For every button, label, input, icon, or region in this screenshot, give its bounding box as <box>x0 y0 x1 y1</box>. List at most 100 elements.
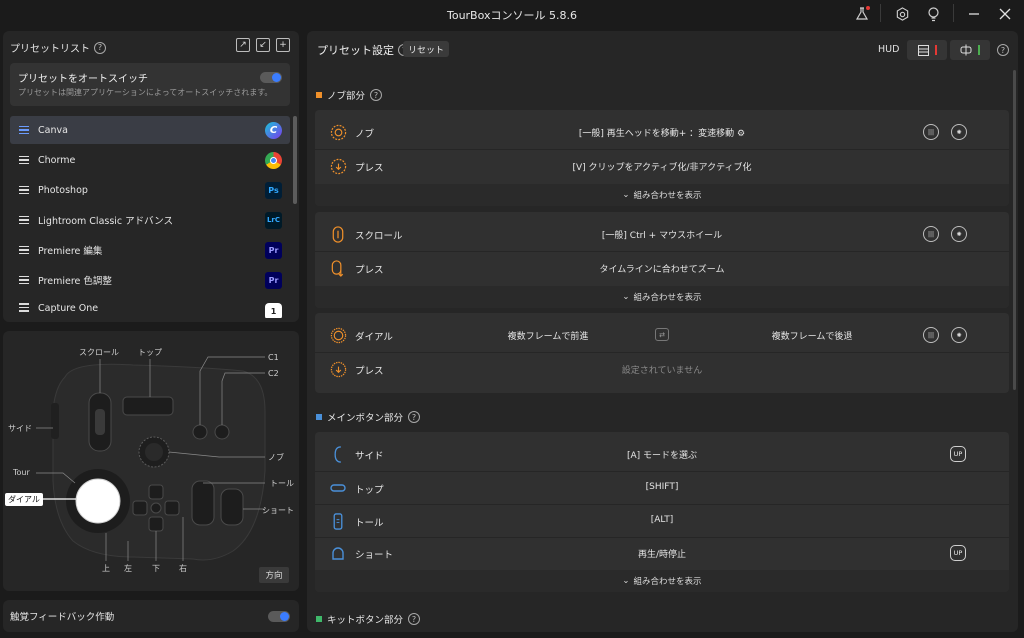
preset-list-toolbar: ↗ ↙ + <box>236 38 290 52</box>
mapping-row-knob[interactable]: ノブ [一般] 再生ヘッドを移動+ ：変速移動 ⚙ ||| ✺ <box>315 116 1009 148</box>
help-icon[interactable]: ? <box>94 41 106 54</box>
control-action: [V] クリップをアクティブ化/非アクティブ化 <box>572 163 752 173</box>
chevron-down-icon: ⌄ <box>622 190 630 200</box>
show-combinations-button[interactable]: ⌄ 組み合わせを表示 <box>315 570 1009 592</box>
show-combinations-button[interactable]: ⌄ 組み合わせを表示 <box>315 286 1009 308</box>
drag-handle-icon[interactable] <box>19 245 29 255</box>
label-right: 右 <box>179 564 187 573</box>
flask-icon[interactable] <box>851 4 873 24</box>
hud-status-on <box>978 45 980 55</box>
preset-item-label: Premiere 編集 <box>38 246 103 257</box>
reset-button[interactable]: リセット <box>403 41 450 57</box>
waveform-icon[interactable]: ||| <box>923 124 939 140</box>
help-icon[interactable]: ? <box>997 44 1009 56</box>
tourbox-device-illustration <box>36 356 266 561</box>
hud-device-toggle[interactable] <box>950 40 990 60</box>
import-icon[interactable]: ↙ <box>256 38 270 52</box>
preset-item-canva[interactable]: Canva C <box>10 116 290 144</box>
preset-item-chorme[interactable]: Chorme <box>10 146 290 174</box>
mapping-row-scroll[interactable]: スクロール [一般] Ctrl + マウスホイール ||| ✺ <box>315 218 1009 250</box>
section-color-marker <box>316 616 322 622</box>
preset-item-label: Photoshop <box>38 184 88 196</box>
section-title: メインボタン部分 <box>327 413 404 424</box>
drag-handle-icon[interactable] <box>19 155 29 165</box>
canva-icon: C <box>265 121 282 139</box>
close-icon[interactable] <box>994 4 1016 24</box>
drag-handle-icon[interactable] <box>19 125 29 135</box>
gear-settings-icon[interactable]: ✺ <box>951 327 967 343</box>
label-dial[interactable]: ダイアル <box>5 493 43 506</box>
control-action-clockwise: 複数フレームで前進 <box>507 332 589 342</box>
preset-item-photoshop[interactable]: Photoshop Ps <box>10 176 290 204</box>
haptic-label: 触覚フィードバック作動 <box>10 612 115 623</box>
waveform-icon[interactable]: ||| <box>923 226 939 242</box>
help-icon[interactable]: ? <box>408 411 421 423</box>
help-icon[interactable]: ? <box>408 613 421 625</box>
lightbulb-icon[interactable] <box>922 4 944 24</box>
swap-icon[interactable]: ⇄ <box>655 328 669 341</box>
preset-item-label: Premiere 色調整 <box>38 276 112 287</box>
gear-settings-icon[interactable]: ✺ <box>951 226 967 242</box>
drag-handle-icon[interactable] <box>19 185 29 195</box>
drag-handle-icon[interactable] <box>19 303 29 312</box>
section-kit-header: キットボタン部分 ? <box>316 612 421 626</box>
settings-icon[interactable] <box>891 4 913 24</box>
control-action-counterclockwise: 複数フレームで後退 <box>771 332 853 342</box>
minimize-icon[interactable] <box>963 4 985 24</box>
key-up-toggle[interactable]: UP <box>950 446 966 462</box>
control-action: [ALT] <box>650 515 674 525</box>
mapping-row-tall[interactable]: トール [ALT] <box>315 505 1009 537</box>
preset-list-header: プリセットリスト ? <box>10 40 106 55</box>
waveform-icon[interactable]: ||| <box>923 327 939 343</box>
mapping-row-dial-press[interactable]: プレス 設定されていません <box>315 353 1009 385</box>
preset-item-capture-one[interactable]: Capture One 1 <box>10 296 290 318</box>
preset-item-label: Canva <box>38 124 68 136</box>
app-window: TourBoxコンソール 5.8.6 プリセットリスト ? ↗ ↙ + プリセッ… <box>0 0 1024 638</box>
chrome-icon <box>265 151 282 169</box>
preset-item-lightroom-classic[interactable]: Lightroom Classic アドバンス LrC <box>10 206 290 234</box>
preset-item-premiere-color[interactable]: Premiere 色調整 Pr <box>10 266 290 294</box>
title-bar: TourBoxコンソール 5.8.6 <box>0 0 1024 28</box>
settings-scrollbar[interactable] <box>1013 70 1016 390</box>
gear-settings-icon[interactable]: ✺ <box>951 124 967 140</box>
direction-button[interactable]: 方向 <box>259 567 289 583</box>
mapping-row-side[interactable]: サイド [A] モードを選ぶ UP <box>315 438 1009 470</box>
section-main-header: メインボタン部分 ? <box>316 410 421 424</box>
premiere-icon: Pr <box>265 271 282 289</box>
control-action: 設定されていません <box>621 366 703 376</box>
control-action: 再生/時停止 <box>637 550 687 560</box>
mapping-row-knob-press[interactable]: プレス [V] クリップをアクティブ化/非アクティブ化 <box>315 150 1009 182</box>
show-combinations-button[interactable]: ⌄ 組み合わせを表示 <box>315 184 1009 206</box>
preset-item-premiere-edit[interactable]: Premiere 編集 Pr <box>10 236 290 264</box>
dial-group-card: ダイアル 複数フレームで前進 ⇄ 複数フレームで後退 ||| ✺ プレス 設定さ… <box>315 313 1009 393</box>
auto-switch-toggle[interactable] <box>260 72 282 83</box>
label-c2: C2 <box>268 369 279 378</box>
preset-list-scrollbar[interactable] <box>293 116 297 204</box>
preset-list-title: プリセットリスト <box>10 44 90 55</box>
control-action: [SHIFT] <box>645 482 679 492</box>
premiere-icon: Pr <box>265 241 282 259</box>
mapping-row-scroll-press[interactable]: プレス タイムラインに合わせてズーム <box>315 252 1009 284</box>
mapping-row-dial[interactable]: ダイアル 複数フレームで前進 ⇄ 複数フレームで後退 ||| ✺ <box>315 319 1009 351</box>
key-up-toggle[interactable]: UP <box>950 545 966 561</box>
gear-icon[interactable]: ⚙ <box>737 129 745 139</box>
hud-list-toggle[interactable] <box>907 40 947 60</box>
add-icon[interactable]: + <box>276 38 290 52</box>
preset-settings-header: プリセット設定 ? <box>317 42 410 58</box>
drag-handle-icon[interactable] <box>19 275 29 285</box>
dial-icon <box>329 326 347 344</box>
export-icon[interactable]: ↗ <box>236 38 250 52</box>
label-left: 左 <box>124 564 132 573</box>
drag-handle-icon[interactable] <box>19 215 29 225</box>
mapping-row-top[interactable]: トップ [SHIFT] <box>315 472 1009 504</box>
preset-settings-title: プリセット設定 <box>317 44 394 57</box>
help-icon[interactable]: ? <box>370 89 383 101</box>
main-buttons-card: サイド [A] モードを選ぶ UP トップ [SHIFT] トール [ALT] … <box>315 432 1009 592</box>
haptic-toggle[interactable] <box>268 611 290 622</box>
label-c1: C1 <box>268 353 279 362</box>
section-title: キットボタン部分 <box>327 615 404 626</box>
control-action: [一般] 再生ヘッドを移動+ ：変速移動 ⚙ <box>578 129 746 139</box>
preset-item-label: Capture One <box>38 303 99 314</box>
mapping-row-short[interactable]: ショート 再生/時停止 UP <box>315 537 1009 569</box>
chevron-down-icon: ⌄ <box>622 292 630 302</box>
